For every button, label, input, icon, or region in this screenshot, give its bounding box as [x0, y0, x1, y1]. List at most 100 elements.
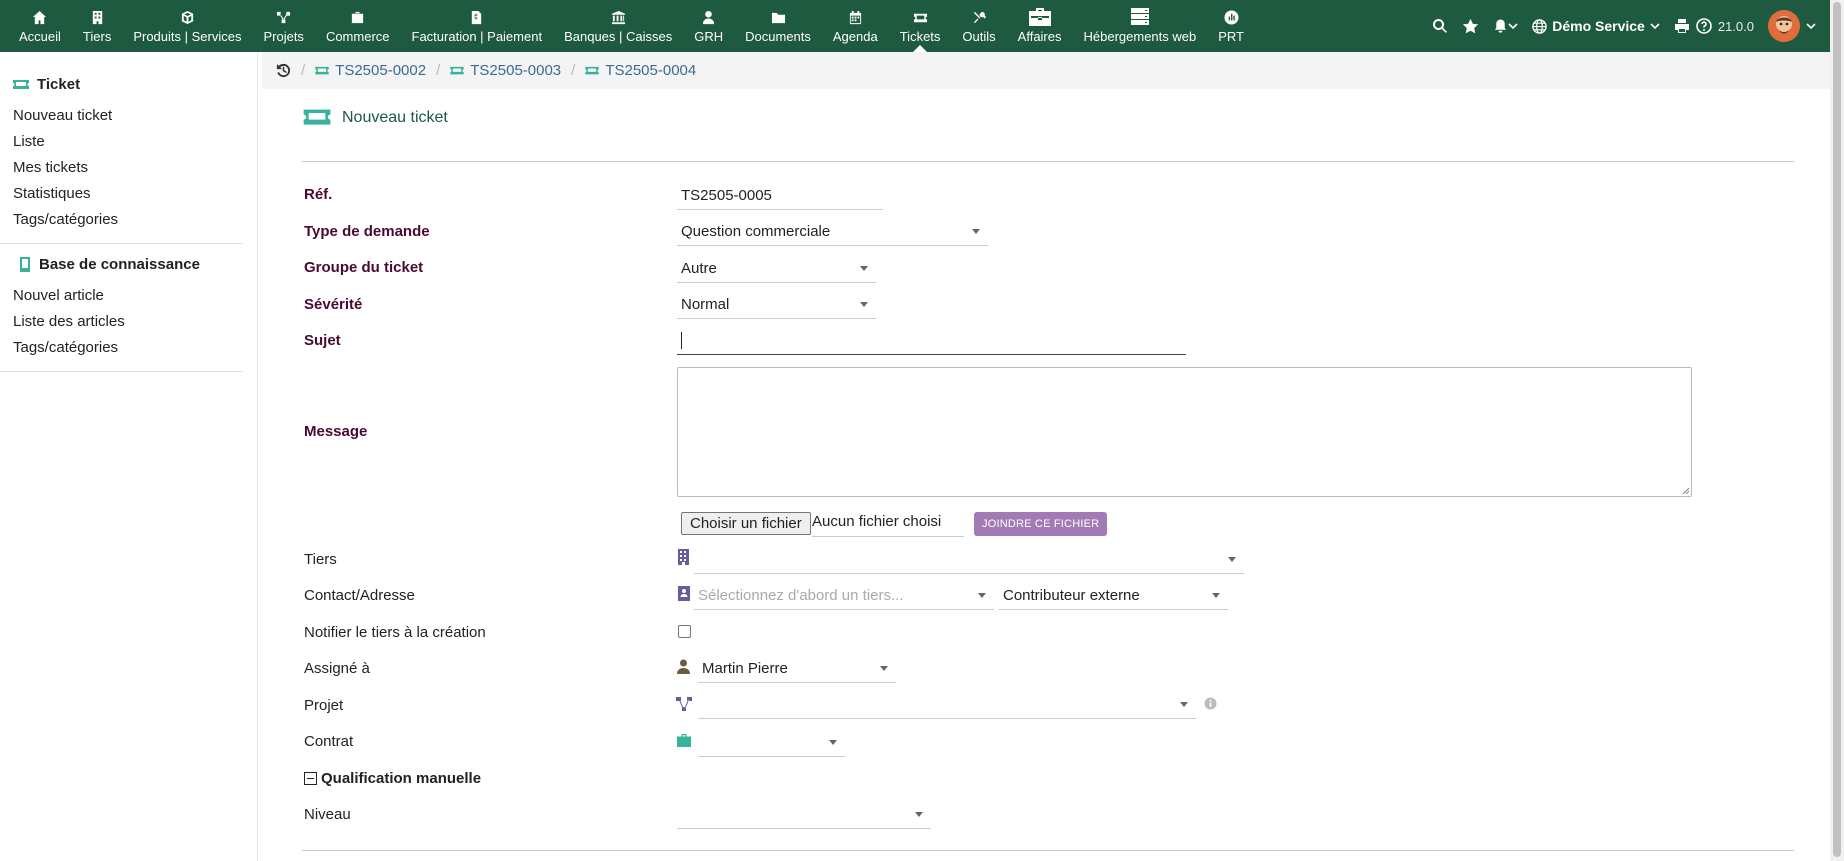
- qualification-label: Qualification manuelle: [321, 770, 482, 787]
- menu-outils[interactable]: Outils: [951, 0, 1006, 52]
- menu-grh[interactable]: GRH: [683, 0, 734, 52]
- scrollbar-thumb[interactable]: [1833, 2, 1841, 857]
- history-icon[interactable]: [276, 63, 291, 78]
- info-icon[interactable]: [1204, 697, 1217, 714]
- menu-accueil[interactable]: Accueil: [8, 0, 72, 52]
- choose-file-button[interactable]: Choisir un fichier: [681, 512, 811, 535]
- folder-icon: [771, 8, 786, 26]
- assigned-select[interactable]: Martin Pierre: [698, 655, 896, 683]
- project-select[interactable]: [698, 691, 1196, 719]
- menu-label: Outils: [962, 29, 996, 44]
- ref-value: TS2505-0005: [681, 187, 772, 204]
- page-scrollbar[interactable]: [1830, 0, 1844, 861]
- ticket-icon: [303, 109, 331, 125]
- menu-produits[interactable]: Produits | Services: [122, 0, 252, 52]
- chevron-down-icon[interactable]: [1806, 21, 1816, 31]
- breadcrumb-label: TS2505-0004: [605, 62, 697, 79]
- version-label: 21.0.0: [1717, 18, 1754, 34]
- avatar[interactable]: [1768, 10, 1800, 42]
- sidebar-title-ticket[interactable]: Ticket: [13, 76, 230, 93]
- menu-label: Accueil: [19, 29, 61, 44]
- caret-down-icon: [1212, 593, 1220, 598]
- menu-tiers[interactable]: Tiers: [72, 0, 122, 52]
- sidebar-item-tags[interactable]: Tags/catégories: [13, 207, 230, 233]
- sidebar-item-nouveau-ticket[interactable]: Nouveau ticket: [13, 103, 230, 129]
- sidebar-item-kb-tags[interactable]: Tags/catégories: [13, 335, 230, 361]
- breadcrumb-item[interactable]: TS2505-0003: [450, 62, 561, 79]
- contract-select[interactable]: [698, 729, 845, 757]
- building-icon: [90, 8, 105, 26]
- user-icon: [677, 659, 690, 678]
- tiers-select[interactable]: [694, 546, 1244, 574]
- printer-icon[interactable]: [1674, 18, 1690, 34]
- toolbox-icon: [1028, 8, 1052, 26]
- star-icon[interactable]: [1462, 18, 1479, 35]
- search-icon[interactable]: [1432, 18, 1448, 34]
- help-icon[interactable]: [1696, 18, 1712, 34]
- menu-facturation[interactable]: Facturation | Paiement: [401, 0, 554, 52]
- sidebar-title-label: Base de connaissance: [39, 256, 200, 273]
- top-navbar: Accueil Tiers Produits | Services Projet…: [0, 0, 1830, 52]
- menu-projets[interactable]: Projets: [252, 0, 314, 52]
- bank-icon: [611, 8, 626, 26]
- chart-circle-icon: [1224, 8, 1239, 26]
- menu-agenda[interactable]: Agenda: [822, 0, 889, 52]
- menu-documents[interactable]: Documents: [734, 0, 822, 52]
- sidebar-item-liste-articles[interactable]: Liste des articles: [13, 309, 230, 335]
- chevron-down-icon: [1508, 23, 1518, 30]
- form-row-assigned: Assigné à: [304, 660, 370, 677]
- form-row-group: Groupe du ticket: [304, 259, 423, 276]
- contact-role-value: Contributeur externe: [1003, 587, 1140, 604]
- ticket-icon: [315, 66, 329, 74]
- breadcrumb-item[interactable]: TS2505-0002: [315, 62, 426, 79]
- type-select[interactable]: Question commerciale: [677, 218, 988, 246]
- caret-down-icon: [972, 229, 980, 234]
- collapse-icon: [304, 772, 317, 785]
- level-select[interactable]: [677, 801, 931, 829]
- ref-input[interactable]: TS2505-0005: [677, 182, 883, 210]
- notify-checkbox[interactable]: [678, 625, 691, 638]
- sidebar-item-liste[interactable]: Liste: [13, 129, 230, 155]
- menu-commerce[interactable]: Commerce: [315, 0, 401, 52]
- group-value: Autre: [681, 260, 717, 277]
- ref-label: Réf.: [304, 186, 333, 203]
- bell-icon[interactable]: [1493, 18, 1518, 34]
- subject-input[interactable]: [677, 327, 1186, 355]
- level-label: Niveau: [304, 806, 351, 823]
- message-textarea[interactable]: [677, 367, 1692, 497]
- sidebar-title-kb[interactable]: Base de connaissance: [13, 256, 230, 273]
- contact-select[interactable]: Sélectionnez d'abord un tiers...: [694, 582, 994, 610]
- menu-label: Hébergements web: [1083, 29, 1197, 44]
- page-header: Nouveau ticket: [302, 108, 448, 128]
- address-card-icon: [677, 586, 691, 605]
- resize-handle-icon: [1682, 487, 1690, 495]
- contact-role-select[interactable]: Contributeur externe: [999, 582, 1228, 610]
- sidebar-item-nouvel-article[interactable]: Nouvel article: [13, 283, 230, 309]
- topbar-right: Démo Service 21.0.0: [1432, 0, 1830, 52]
- divider: [302, 161, 1794, 162]
- subject-label: Sujet: [304, 332, 341, 349]
- group-label: Groupe du ticket: [304, 259, 424, 276]
- severity-select[interactable]: Normal: [677, 291, 876, 319]
- attach-file-button[interactable]: JOINDRE CE FICHIER: [974, 512, 1108, 536]
- file-status: Aucun fichier choisi: [812, 513, 942, 530]
- breadcrumb: / TS2505-0002 / TS2505-0003 / TS2505-000…: [262, 52, 1830, 89]
- caret-down-icon: [880, 666, 888, 671]
- qualification-toggle[interactable]: Qualification manuelle: [304, 770, 481, 787]
- sidebar-item-statistiques[interactable]: Statistiques: [13, 181, 230, 207]
- sidebar-item-mes-tickets[interactable]: Mes tickets: [13, 155, 230, 181]
- contact-placeholder: Sélectionnez d'abord un tiers...: [698, 587, 904, 604]
- mobile-book-icon: [20, 257, 30, 272]
- caret-down-icon: [978, 593, 986, 598]
- menu-banques[interactable]: Banques | Caisses: [553, 0, 683, 52]
- menu-prt[interactable]: PRT: [1207, 0, 1255, 52]
- breadcrumb-item[interactable]: TS2505-0004: [585, 62, 696, 79]
- menu-tickets[interactable]: Tickets: [889, 0, 952, 52]
- sidebar-title-label: Ticket: [37, 76, 81, 93]
- breadcrumb-separator: /: [436, 62, 441, 79]
- menu-affaires[interactable]: Affaires: [1007, 0, 1073, 52]
- menu-hebergements[interactable]: Hébergements web: [1073, 0, 1208, 52]
- company-selector[interactable]: Démo Service: [1532, 18, 1660, 34]
- menu-label: Tickets: [899, 29, 941, 44]
- group-select[interactable]: Autre: [677, 255, 876, 283]
